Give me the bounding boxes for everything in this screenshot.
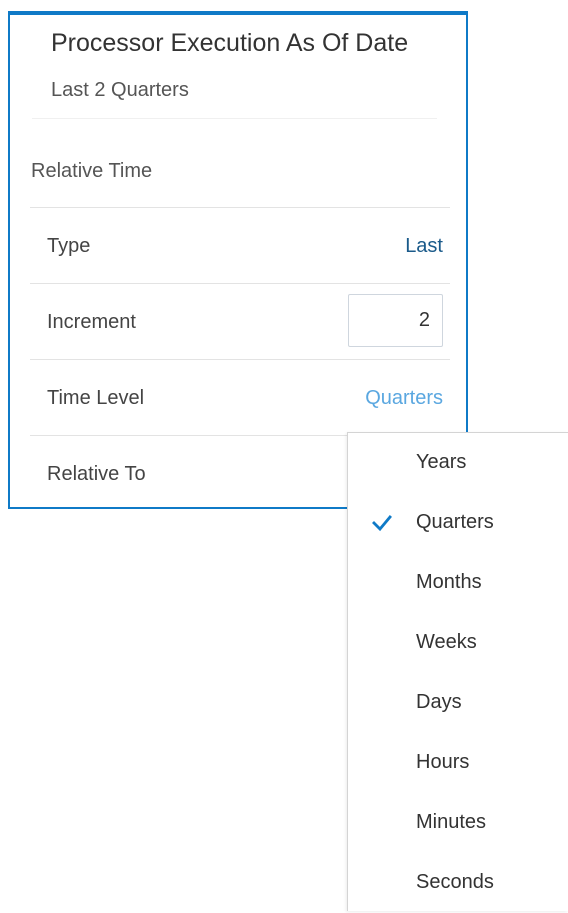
type-value-link[interactable]: Last	[405, 235, 443, 258]
header-divider	[32, 118, 437, 119]
menu-item-hours[interactable]: Hours	[348, 733, 568, 793]
increment-input[interactable]: 2	[348, 294, 443, 347]
time-level-value-link[interactable]: Quarters	[365, 387, 443, 410]
type-label: Type	[47, 235, 91, 257]
time-level-dropdown: Years Quarters Months Weeks Days Hours M…	[347, 432, 568, 911]
increment-row: Increment 2	[30, 283, 450, 360]
menu-item-label: Years	[416, 451, 467, 473]
menu-item-label: Weeks	[416, 631, 477, 653]
time-level-row: Time Level Quarters	[30, 359, 450, 436]
panel-title: Processor Execution As Of Date	[51, 29, 409, 57]
menu-item-label: Days	[416, 691, 462, 713]
menu-item-label: Hours	[416, 751, 470, 773]
menu-item-days[interactable]: Days	[348, 673, 568, 733]
menu-item-months[interactable]: Months	[348, 553, 568, 613]
increment-label: Increment	[47, 311, 136, 333]
menu-item-years[interactable]: Years	[348, 433, 568, 493]
menu-item-label: Months	[416, 571, 482, 593]
panel-subtitle: Last 2 Quarters	[51, 79, 189, 101]
menu-item-label: Minutes	[416, 811, 487, 833]
menu-item-quarters[interactable]: Quarters	[348, 493, 568, 553]
menu-item-minutes[interactable]: Minutes	[348, 793, 568, 853]
menu-item-weeks[interactable]: Weeks	[348, 613, 568, 673]
check-icon	[372, 515, 392, 532]
time-level-label: Time Level	[47, 387, 145, 409]
menu-item-label: Seconds	[416, 871, 494, 893]
menu-item-seconds[interactable]: Seconds	[348, 853, 568, 913]
menu-item-label: Quarters	[416, 511, 494, 533]
relative-to-label: Relative To	[47, 463, 146, 485]
type-row: Type Last	[30, 207, 450, 284]
section-label-relative-time: Relative Time	[31, 160, 153, 182]
